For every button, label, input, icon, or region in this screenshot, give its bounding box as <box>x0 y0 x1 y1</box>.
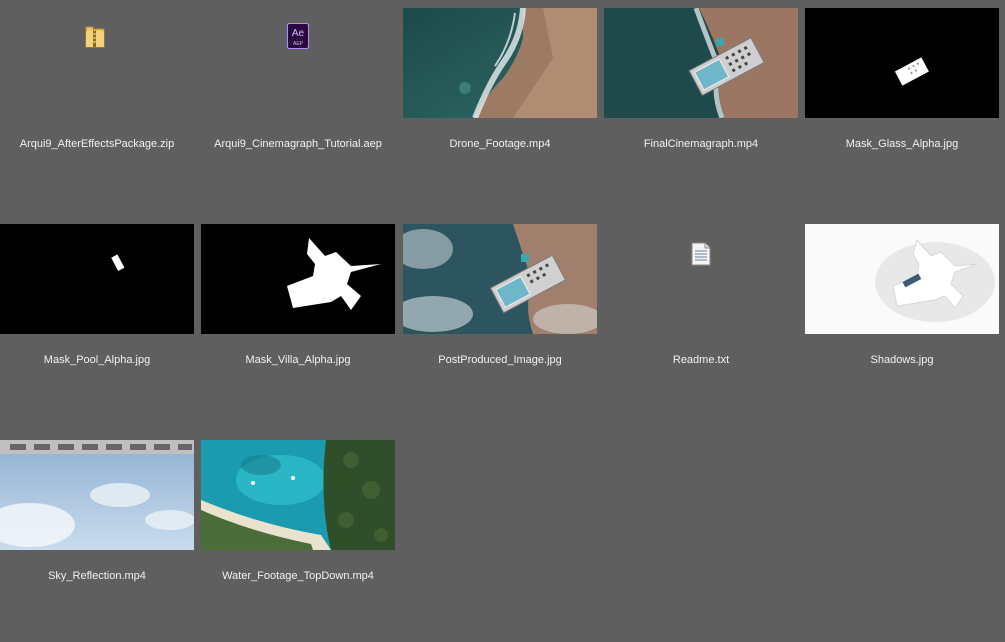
file-name: FinalCinemagraph.mp4 <box>643 138 759 150</box>
image-thumbnail <box>805 8 999 118</box>
zip-folder-icon <box>85 24 105 48</box>
file-item-shadows[interactable]: Shadows.jpg <box>805 216 999 426</box>
video-thumbnail <box>201 440 395 550</box>
file-item-postproduced[interactable]: PostProduced_Image.jpg <box>403 216 597 426</box>
text-file-icon <box>691 242 711 266</box>
svg-text:Ae: Ae <box>292 28 305 39</box>
file-item-zip[interactable]: Arqui9_AfterEffectsPackage.zip <box>0 0 194 210</box>
file-name: Mask_Pool_Alpha.jpg <box>43 354 151 366</box>
file-item-mask-pool[interactable]: Mask_Pool_Alpha.jpg <box>0 216 194 426</box>
video-thumbnail <box>0 440 194 550</box>
file-name: Drone_Footage.mp4 <box>449 138 551 150</box>
file-item-sky-reflection[interactable]: Sky_Reflection.mp4 <box>0 432 194 642</box>
file-name: Mask_Villa_Alpha.jpg <box>245 354 351 366</box>
file-name: PostProduced_Image.jpg <box>438 354 562 366</box>
image-thumbnail <box>0 224 194 334</box>
video-thumbnail <box>403 8 597 118</box>
after-effects-icon: Ae AEP <box>287 23 309 49</box>
file-item-drone-footage[interactable]: Drone_Footage.mp4 <box>403 0 597 210</box>
image-thumbnail <box>805 224 999 334</box>
file-item-readme[interactable]: Readme.txt <box>604 216 798 426</box>
video-thumbnail <box>604 8 798 118</box>
file-name: Water_Footage_TopDown.mp4 <box>222 570 374 582</box>
file-item-mask-villa[interactable]: Mask_Villa_Alpha.jpg <box>201 216 395 426</box>
file-name: Sky_Reflection.mp4 <box>48 570 146 582</box>
file-name: Readme.txt <box>672 354 730 366</box>
file-item-aep[interactable]: Ae AEP Arqui9_Cinemagraph_Tutorial.aep <box>201 0 395 210</box>
file-item-final-cinemagraph[interactable]: FinalCinemagraph.mp4 <box>604 0 798 210</box>
file-name: Arqui9_AfterEffectsPackage.zip <box>19 138 175 150</box>
file-item-mask-glass[interactable]: Mask_Glass_Alpha.jpg <box>805 0 999 210</box>
file-name: Arqui9_Cinemagraph_Tutorial.aep <box>214 138 382 150</box>
file-name: Mask_Glass_Alpha.jpg <box>845 138 959 150</box>
image-thumbnail <box>201 224 395 334</box>
svg-text:AEP: AEP <box>293 41 304 47</box>
image-thumbnail <box>403 224 597 334</box>
file-item-water-footage[interactable]: Water_Footage_TopDown.mp4 <box>201 432 395 642</box>
file-name: Shadows.jpg <box>870 354 934 366</box>
